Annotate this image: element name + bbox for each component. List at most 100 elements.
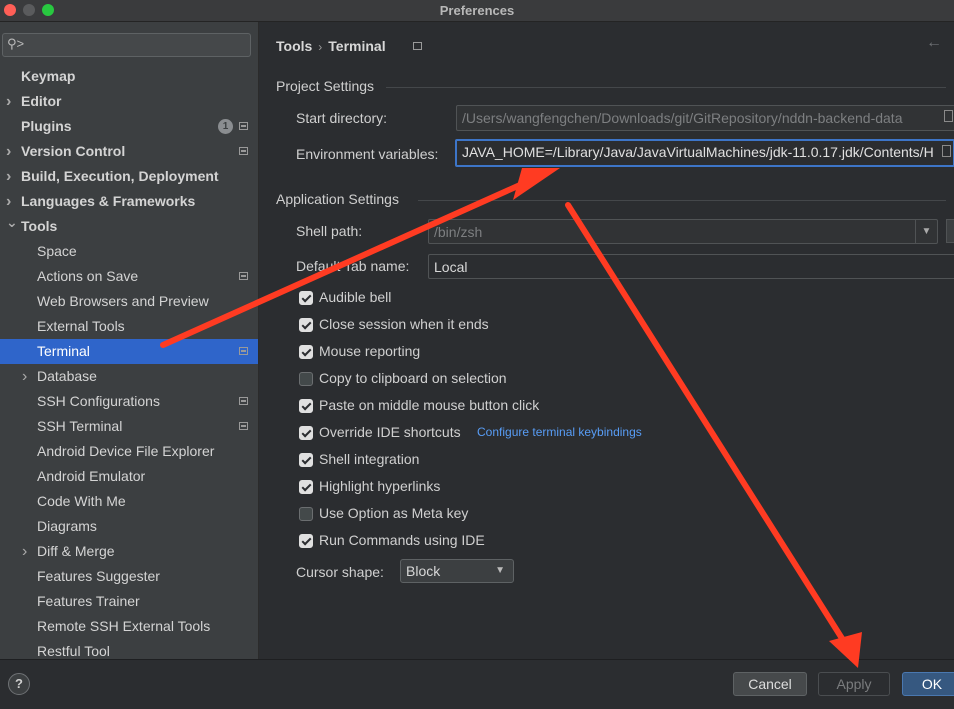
sidebar-item-features-trainer[interactable]: Features Trainer bbox=[0, 589, 258, 614]
sidebar-item-web-browsers-and-preview[interactable]: Web Browsers and Preview bbox=[0, 289, 258, 314]
checkbox-highlight-hyperlinks[interactable] bbox=[299, 480, 313, 494]
breadcrumb-parent[interactable]: Tools bbox=[276, 38, 312, 54]
sidebar-item-features-suggester[interactable]: Features Suggester bbox=[0, 564, 258, 589]
back-arrow-icon[interactable]: ← bbox=[926, 34, 942, 52]
chevron-down-icon: ▼ bbox=[495, 565, 505, 576]
sidebar-item-terminal[interactable]: Terminal bbox=[0, 339, 258, 364]
sidebar-item-label: Database bbox=[37, 368, 97, 384]
checkbox-paste-on-middle-mouse-button-click[interactable] bbox=[299, 399, 313, 413]
checkbox-run-commands-using-ide[interactable] bbox=[299, 534, 313, 548]
cursor-shape-label: Cursor shape: bbox=[296, 564, 384, 580]
sidebar-item-label: SSH Configurations bbox=[37, 393, 160, 409]
chevron-right-icon[interactable]: › bbox=[6, 89, 11, 114]
sidebar-item-android-emulator[interactable]: Android Emulator bbox=[0, 464, 258, 489]
default-tab-name-label: Default Tab name: bbox=[296, 258, 410, 274]
sidebar-item-ssh-terminal[interactable]: SSH Terminal bbox=[0, 414, 258, 439]
checkbox-label: Run Commands using IDE bbox=[319, 532, 485, 548]
checkbox-close-session-when-it-ends[interactable] bbox=[299, 318, 313, 332]
configure-keybindings-link[interactable]: Configure terminal keybindings bbox=[477, 425, 642, 439]
sidebar-item-build-execution-deployment[interactable]: › Build, Execution, Deployment bbox=[0, 164, 258, 189]
sidebar-item-editor[interactable]: › Editor bbox=[0, 89, 258, 114]
sidebar-item-space[interactable]: Space bbox=[0, 239, 258, 264]
project-scope-icon bbox=[239, 422, 248, 430]
sidebar-item-ssh-configurations[interactable]: SSH Configurations bbox=[0, 389, 258, 414]
sidebar-item-diff-merge[interactable]: › Diff & Merge bbox=[0, 539, 258, 564]
shell-path-combobox[interactable]: /bin/zsh ▼ bbox=[428, 219, 938, 244]
chevron-right-icon[interactable]: › bbox=[22, 539, 27, 564]
ok-button[interactable]: OK bbox=[902, 672, 954, 696]
default-tab-name-field[interactable]: Local bbox=[428, 254, 954, 279]
sidebar-item-label: Web Browsers and Preview bbox=[37, 293, 209, 309]
sidebar-item-database[interactable]: › Database bbox=[0, 364, 258, 389]
checkbox-shell-integration[interactable] bbox=[299, 453, 313, 467]
checkbox-copy-to-clipboard-on-selection[interactable] bbox=[299, 372, 313, 386]
section-divider bbox=[386, 87, 946, 88]
browse-folder-icon[interactable] bbox=[944, 110, 953, 122]
sidebar-item-languages-frameworks[interactable]: › Languages & Frameworks bbox=[0, 189, 258, 214]
checkbox-label: Use Option as Meta key bbox=[319, 505, 469, 521]
environment-variables-label: Environment variables: bbox=[296, 146, 439, 162]
sidebar-item-tools[interactable]: ⌄ Tools bbox=[0, 214, 258, 239]
project-scope-icon bbox=[239, 272, 248, 280]
sidebar-item-label: Editor bbox=[21, 93, 62, 109]
cancel-button[interactable]: Cancel bbox=[733, 672, 807, 696]
project-scope-icon bbox=[239, 397, 248, 405]
default-tab-name-value: Local bbox=[434, 259, 468, 275]
sidebar-item-label: SSH Terminal bbox=[37, 418, 123, 434]
sidebar-item-remote-ssh-external-tools[interactable]: Remote SSH External Tools bbox=[0, 614, 258, 639]
project-scope-icon bbox=[413, 42, 422, 50]
sidebar-item-label: Diff & Merge bbox=[37, 543, 115, 559]
sidebar-item-keymap[interactable]: Keymap bbox=[0, 64, 258, 89]
checkbox-label: Highlight hyperlinks bbox=[319, 478, 441, 494]
sidebar-item-label: Remote SSH External Tools bbox=[37, 618, 211, 634]
browse-shell-button[interactable] bbox=[946, 219, 954, 243]
chevron-down-icon[interactable]: ⌄ bbox=[6, 210, 18, 235]
apply-button[interactable]: Apply bbox=[818, 672, 890, 696]
checkbox-label: Close session when it ends bbox=[319, 316, 489, 332]
cursor-shape-select[interactable]: Block ▼ bbox=[400, 559, 514, 583]
breadcrumb-separator-icon: › bbox=[318, 40, 323, 54]
start-directory-label: Start directory: bbox=[296, 110, 388, 126]
sidebar-item-android-device-file-explorer[interactable]: Android Device File Explorer bbox=[0, 439, 258, 464]
breadcrumb-current: Terminal bbox=[328, 38, 386, 54]
sidebar-item-label: Languages & Frameworks bbox=[21, 193, 196, 209]
start-directory-field[interactable]: /Users/wangfengchen/Downloads/git/GitRep… bbox=[456, 105, 954, 131]
dialog-footer: ? Cancel Apply OK bbox=[0, 659, 954, 709]
sidebar-item-diagrams[interactable]: Diagrams bbox=[0, 514, 258, 539]
chevron-down-icon[interactable]: ▼ bbox=[915, 220, 937, 243]
cursor-shape-value: Block bbox=[406, 563, 441, 579]
sidebar-item-label: Features Suggester bbox=[37, 568, 160, 584]
checkbox-override-ide-shortcuts[interactable] bbox=[299, 426, 313, 440]
breadcrumb: Tools › Terminal bbox=[276, 38, 386, 54]
environment-variables-field[interactable]: JAVA_HOME=/Library/Java/JavaVirtualMachi… bbox=[455, 139, 954, 167]
shell-path-value: /bin/zsh bbox=[434, 224, 483, 240]
shell-path-label: Shell path: bbox=[296, 223, 363, 239]
checkbox-label: Shell integration bbox=[319, 451, 420, 467]
update-count-badge: 1 bbox=[218, 119, 233, 134]
sidebar-item-version-control[interactable]: › Version Control bbox=[0, 139, 258, 164]
sidebar-item-restful-tool[interactable]: Restful Tool bbox=[0, 639, 258, 659]
help-button[interactable]: ? bbox=[8, 673, 30, 695]
sidebar-item-label: Actions on Save bbox=[37, 268, 139, 284]
checkbox-mouse-reporting[interactable] bbox=[299, 345, 313, 359]
window-title: Preferences bbox=[439, 3, 515, 18]
chevron-right-icon[interactable]: › bbox=[6, 164, 11, 189]
chevron-right-icon[interactable]: › bbox=[22, 364, 27, 389]
checkbox-use-option-as-meta-key[interactable] bbox=[299, 507, 313, 521]
chevron-right-icon[interactable]: › bbox=[6, 139, 11, 164]
sidebar-item-actions-on-save[interactable]: Actions on Save bbox=[0, 264, 258, 289]
sidebar-item-external-tools[interactable]: External Tools bbox=[0, 314, 258, 339]
sidebar-item-label: Diagrams bbox=[37, 518, 97, 534]
edit-env-vars-icon[interactable] bbox=[942, 145, 951, 157]
checkbox-audible-bell[interactable] bbox=[299, 291, 313, 305]
sidebar-item-code-with-me[interactable]: Code With Me bbox=[0, 489, 258, 514]
project-scope-icon bbox=[239, 147, 248, 155]
project-scope-icon bbox=[239, 122, 248, 130]
sidebar-item-plugins[interactable]: Plugins 1 bbox=[0, 114, 258, 139]
sidebar-item-label: Terminal bbox=[37, 343, 90, 359]
sidebar-item-label: Restful Tool bbox=[37, 643, 110, 659]
section-divider bbox=[418, 200, 946, 201]
sidebar-item-label: Build, Execution, Deployment bbox=[21, 168, 219, 184]
settings-search-input[interactable]: ⚲˃ bbox=[2, 33, 251, 57]
sidebar-item-label: Space bbox=[37, 243, 77, 259]
